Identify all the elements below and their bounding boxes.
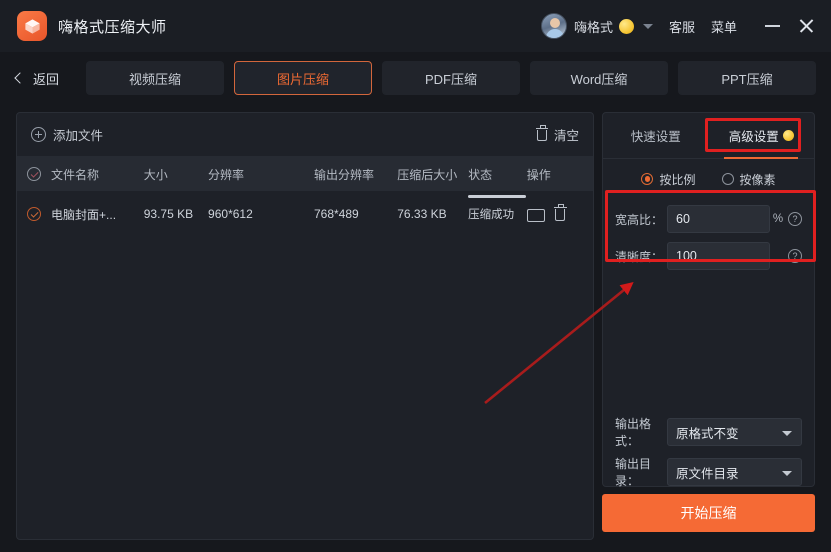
vip-coin-icon[interactable]: [618, 18, 634, 34]
user-name: 嗨格式: [573, 19, 613, 35]
field-label: 输出格式：: [615, 417, 652, 448]
app-window: 嗨格式压缩大师 嗨格式 客服 菜单 返回 视频压缩 图片压缩 PDF压缩 Wor…: [0, 0, 831, 552]
tab-label: 快速设置: [630, 130, 681, 144]
clarity-input[interactable]: 100: [667, 242, 770, 270]
tab-label: PDF压缩: [424, 71, 477, 87]
column-file-name: 文件名称: [51, 167, 100, 182]
field-label: 清晰度：: [615, 249, 664, 264]
output-directory-select[interactable]: 原文件目录: [667, 458, 802, 486]
chevron-down-icon: [782, 431, 792, 436]
field-label: 宽高比：: [615, 212, 664, 227]
back-button[interactable]: 返回: [12, 69, 86, 88]
radio-label: 按像素: [739, 172, 776, 187]
field-output-format: 输出格式： 原格式不变: [615, 417, 802, 448]
add-file-button[interactable]: 添加文件: [31, 125, 103, 144]
unit-percent: %: [772, 213, 784, 225]
menu-link[interactable]: 菜单: [711, 17, 737, 36]
cell-output-resolution: 768*489: [313, 207, 359, 221]
annotation-arrow: [484, 282, 634, 405]
tab-video-compress[interactable]: 视频压缩: [86, 61, 224, 95]
chevron-left-icon: [14, 72, 26, 84]
trash-icon[interactable]: [553, 204, 567, 222]
title-bar: 嗨格式压缩大师 嗨格式 客服 菜单: [0, 0, 831, 52]
clear-list-button[interactable]: 清空: [535, 125, 579, 144]
back-label: 返回: [33, 71, 60, 87]
select-value: 原文件目录: [676, 466, 739, 481]
aspect-ratio-input[interactable]: 60: [667, 205, 770, 233]
cube-logo-icon: [17, 11, 47, 41]
column-actions: 操作: [526, 167, 551, 182]
cell-file-name: 电脑封面+...: [51, 207, 117, 222]
minimize-icon: [764, 25, 780, 27]
radio-label: 按比例: [659, 172, 696, 187]
row-checkbox[interactable]: [17, 207, 51, 221]
add-file-label: 添加文件: [53, 129, 104, 143]
app-title: 嗨格式压缩大师: [58, 18, 167, 36]
nav-bar: 返回 视频压缩 图片压缩 PDF压缩 Word压缩 PPT压缩: [0, 52, 831, 104]
column-size: 大小: [143, 167, 168, 182]
progress-bar: [468, 195, 527, 198]
title-bar-right: 嗨格式 客服 菜单: [540, 0, 831, 52]
select-value: 原格式不变: [676, 426, 739, 441]
help-icon[interactable]: ?: [788, 212, 802, 226]
help-icon[interactable]: ?: [788, 249, 802, 263]
nav-tabs: 视频压缩 图片压缩 PDF压缩 Word压缩 PPT压缩: [86, 61, 816, 95]
file-toolbar: 添加文件 清空: [17, 113, 593, 157]
tab-quick-settings[interactable]: 快速设置: [603, 113, 709, 158]
radio-dot-icon: [721, 173, 734, 185]
tab-label: 图片压缩: [276, 71, 329, 87]
chevron-down-icon[interactable]: [642, 23, 653, 29]
customer-service-link[interactable]: 客服: [669, 17, 695, 36]
tab-label: 高级设置: [728, 130, 779, 144]
cell-actions: [526, 204, 593, 223]
tab-pdf-compress[interactable]: PDF压缩: [382, 61, 520, 95]
tab-advanced-settings[interactable]: 高级设置: [709, 113, 815, 158]
folder-open-icon[interactable]: [526, 208, 545, 223]
radio-by-ratio[interactable]: 按比例: [641, 171, 696, 188]
field-aspect-ratio: 宽高比： 60 % ?: [615, 204, 802, 234]
tab-label: PPT压缩: [721, 71, 773, 87]
clear-label: 清空: [553, 129, 579, 143]
cell-size: 93.75 KB: [143, 207, 194, 221]
vip-coin-icon: [782, 130, 794, 141]
column-output-resolution: 输出分辨率: [313, 167, 374, 182]
resize-mode-group: 按比例 按像素: [603, 161, 814, 197]
tab-image-compress[interactable]: 图片压缩: [234, 61, 372, 95]
plus-circle-icon: [31, 127, 46, 142]
close-icon: [798, 18, 814, 34]
file-table-header: 文件名称 大小 分辨率 输出分辨率 压缩后大小 状态 操作: [17, 157, 593, 191]
output-format-select[interactable]: 原格式不变: [667, 418, 802, 446]
field-label: 输出目录：: [615, 457, 652, 488]
select-all-checkbox[interactable]: [17, 167, 51, 181]
minimize-button[interactable]: [755, 0, 789, 52]
cell-resolution: 960*612: [208, 207, 253, 221]
chevron-down-icon: [782, 471, 792, 476]
close-button[interactable]: [789, 0, 823, 52]
radio-by-pixel[interactable]: 按像素: [721, 171, 776, 188]
table-row[interactable]: 电脑封面+... 93.75 KB 960*612 768*489 76.33 …: [17, 191, 593, 237]
tab-label: 视频压缩: [128, 71, 181, 87]
column-compressed-size: 压缩后大小: [397, 167, 458, 182]
cell-status: 压缩成功: [468, 195, 527, 222]
user-avatar[interactable]: [540, 13, 567, 39]
radio-dot-icon: [641, 173, 654, 185]
tab-ppt-compress[interactable]: PPT压缩: [678, 61, 816, 95]
start-compress-button[interactable]: 开始压缩: [602, 494, 815, 532]
status-badge: 压缩成功: [468, 209, 515, 221]
cell-compressed-size: 76.33 KB: [397, 207, 447, 221]
column-resolution: 分辨率: [208, 167, 245, 182]
column-status: 状态: [468, 167, 493, 182]
tab-word-compress[interactable]: Word压缩: [530, 61, 668, 95]
tab-label: Word压缩: [570, 71, 628, 87]
app-branding: 嗨格式压缩大师: [17, 11, 167, 41]
settings-tabs: 快速设置 高级设置: [603, 113, 814, 159]
field-output-directory: 输出目录： 原文件目录: [615, 457, 802, 488]
trash-icon: [535, 125, 548, 142]
